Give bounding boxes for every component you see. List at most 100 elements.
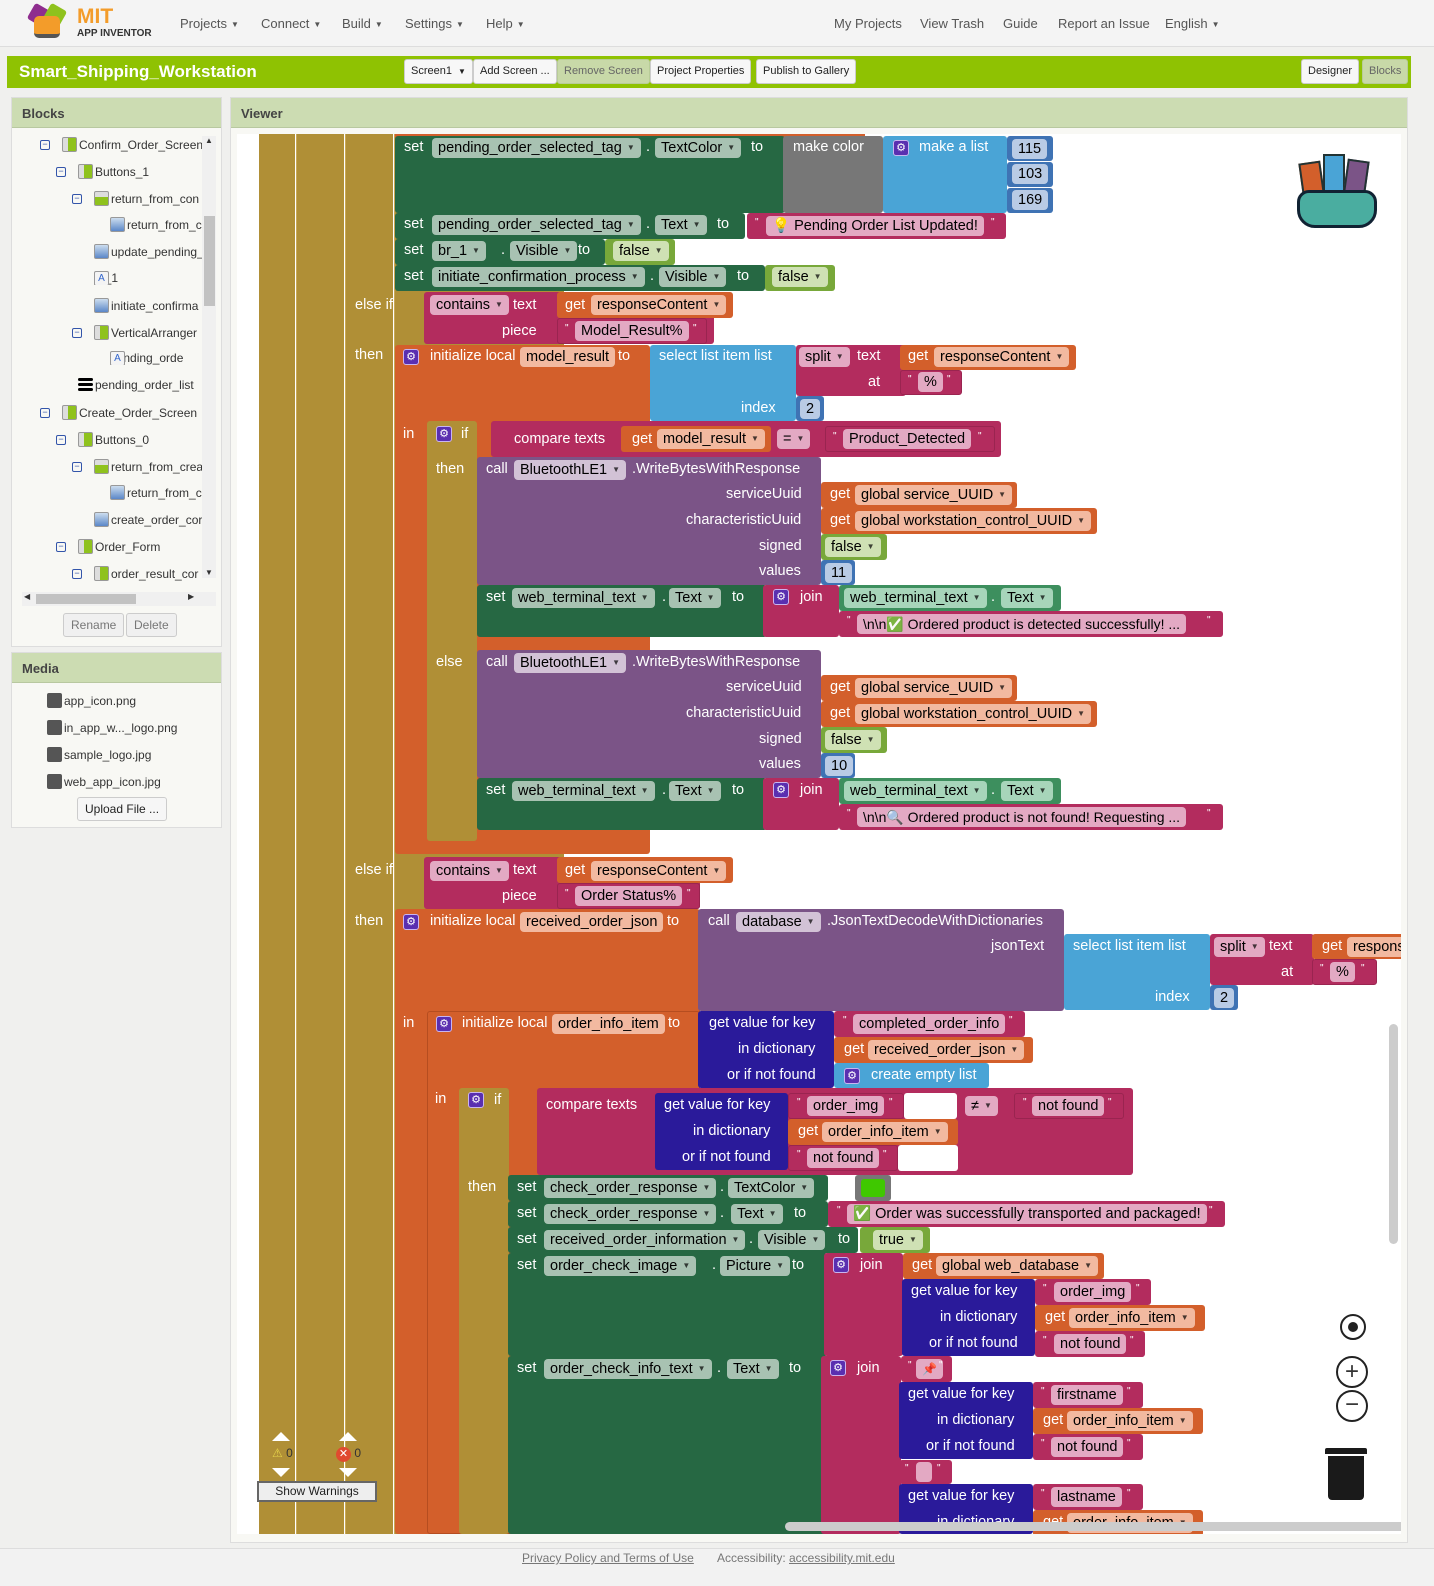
media-panel: Media app_icon.png in_app_w..._logo.png sa… [11, 652, 222, 828]
property-dropdown[interactable]: TextColor ▼ [655, 138, 742, 158]
menu-settings[interactable]: Settings ▼ [405, 16, 464, 31]
tree-vertical-scrollbar[interactable]: ▲ ▼ [202, 136, 216, 578]
publish-gallery-button[interactable]: Publish to Gallery [756, 59, 857, 84]
accessibility-link[interactable]: accessibility.mit.edu [789, 1551, 895, 1565]
collapse-toggle[interactable]: − [56, 434, 66, 445]
media-file[interactable]: sample_logo.jpg [47, 747, 151, 762]
tree-item[interactable]: Confirm_Order_Screen [62, 137, 202, 152]
tree-item[interactable]: return_from_con [94, 190, 202, 206]
button-icon [94, 244, 109, 260]
tree-item[interactable]: pending_order_list [78, 378, 202, 392]
tree-item[interactable]: Buttons_1 [78, 163, 202, 179]
workspace-vertical-scrollbar[interactable] [1389, 1024, 1398, 1244]
mutator-gear-icon[interactable]: ⚙ [436, 426, 452, 442]
tree-item[interactable]: return_from_crea [94, 458, 202, 474]
mutator-gear-icon[interactable]: ⚙ [403, 349, 419, 365]
tree-item[interactable]: return_from_c [110, 217, 202, 233]
tree-item[interactable]: VerticalArranger [94, 324, 202, 340]
tree-item[interactable]: Create_Order_Screen [62, 405, 202, 420]
operator-dropdown[interactable]: ≠ ▼ [965, 1096, 998, 1116]
link-guide[interactable]: Guide [1003, 16, 1038, 31]
menu-help[interactable]: Help ▼ [486, 16, 525, 31]
rename-button[interactable]: Rename [63, 613, 125, 637]
project-toolbar: Smart_Shipping_Workstation Screen1 ▼ Add … [7, 56, 1411, 88]
tree-item[interactable]: return_from_c [110, 485, 202, 501]
mutator-gear-icon[interactable]: ⚙ [844, 1068, 860, 1084]
tree-item[interactable]: Abr_1 [94, 271, 202, 285]
collapse-toggle[interactable]: − [56, 542, 66, 552]
delete-button[interactable]: Delete [126, 613, 177, 637]
vertical-arrangement-icon [78, 431, 93, 447]
set-info-text-block[interactable] [508, 1356, 828, 1534]
tree-horizontal-scrollbar[interactable]: ◀ ▶ [22, 592, 216, 606]
viewer-title: Viewer [231, 98, 1407, 128]
next-error-arrow[interactable] [339, 1468, 357, 1477]
operator-dropdown[interactable]: = ▼ [777, 429, 811, 449]
mutator-gear-icon[interactable]: ⚙ [773, 589, 789, 605]
blocks-workspace[interactable]: set pending_order_selected_tag ▼ . TextCo… [237, 134, 1401, 1534]
mutator-gear-icon[interactable]: ⚙ [893, 140, 909, 156]
collapse-toggle[interactable]: − [72, 568, 82, 579]
tree-item[interactable]: create_order_cor [94, 512, 202, 528]
link-my-projects[interactable]: My Projects [834, 16, 902, 31]
blocks-button[interactable]: Blocks [1362, 59, 1409, 84]
language-select[interactable]: English ▼ [1165, 16, 1220, 31]
project-properties-button[interactable]: Project Properties [650, 59, 752, 84]
join-block[interactable] [821, 1356, 901, 1534]
menu-projects[interactable]: Projects ▼ [180, 16, 239, 31]
if-else-block[interactable] [427, 421, 477, 841]
upload-file-button[interactable]: Upload File ... [77, 797, 168, 821]
privacy-link[interactable]: Privacy Policy and Terms of Use [522, 1551, 694, 1565]
mutator-gear-icon[interactable]: ⚙ [403, 914, 419, 930]
tree-item[interactable]: Buttons_0 [78, 431, 202, 447]
trash-icon[interactable] [1328, 1456, 1364, 1500]
app-inventor-logo[interactable]: MIT APP INVENTOR [26, 2, 158, 42]
tree-item[interactable]: initiate_confirma [94, 297, 202, 313]
tree-item[interactable]: Apending_orde [110, 351, 202, 366]
trash-lid [1325, 1448, 1367, 1454]
backpack-icon[interactable] [1295, 148, 1383, 230]
media-file[interactable]: app_icon.png [47, 693, 136, 708]
designer-button[interactable]: Designer [1301, 59, 1360, 84]
collapse-toggle[interactable]: − [72, 461, 82, 472]
menu-connect[interactable]: Connect ▼ [261, 16, 321, 31]
remove-screen-button[interactable]: Remove Screen [557, 59, 650, 84]
tree-item[interactable]: Order_Form [78, 539, 202, 554]
show-warnings-button[interactable]: Show Warnings [257, 1481, 377, 1502]
mutator-gear-icon[interactable]: ⚙ [773, 782, 789, 798]
if-block-middle[interactable] [345, 134, 393, 1534]
prev-warning-arrow[interactable] [272, 1432, 290, 1441]
tree-item[interactable]: update_pending_ [94, 244, 202, 260]
collapse-toggle[interactable]: − [56, 166, 66, 177]
collapse-toggle[interactable]: − [72, 193, 82, 204]
event-block-body[interactable] [259, 134, 295, 1534]
zoom-out-icon[interactable]: − [1336, 1390, 1368, 1422]
prev-error-arrow[interactable] [339, 1432, 357, 1441]
label-icon: A [94, 271, 109, 285]
workspace-horizontal-scrollbar[interactable] [785, 1522, 1401, 1531]
mutator-gear-icon[interactable]: ⚙ [436, 1016, 452, 1032]
mutator-gear-icon[interactable]: ⚙ [468, 1092, 484, 1108]
tree-item[interactable]: order_result_cor [94, 565, 202, 581]
if-block-outer[interactable] [296, 134, 344, 1534]
menu-build[interactable]: Build ▼ [342, 16, 383, 31]
media-file[interactable]: in_app_w..._logo.png [47, 720, 177, 735]
next-warning-arrow[interactable] [272, 1468, 290, 1477]
collapse-toggle[interactable]: − [40, 140, 50, 150]
recenter-icon[interactable] [1340, 1314, 1366, 1340]
if-block[interactable] [459, 1088, 509, 1534]
collapse-toggle[interactable]: − [40, 408, 50, 418]
collapse-toggle[interactable]: − [72, 327, 82, 338]
media-file[interactable]: web_app_icon.jpg [47, 774, 161, 789]
mutator-gear-icon[interactable]: ⚙ [830, 1360, 846, 1376]
link-report-issue[interactable]: Report an Issue [1058, 16, 1150, 31]
blocks-panel: Blocks − Confirm_Order_Screen − Buttons_1 − r… [11, 97, 222, 647]
link-view-trash[interactable]: View Trash [920, 16, 984, 31]
component-dropdown[interactable]: pending_order_selected_tag ▼ [432, 138, 641, 158]
zoom-in-icon[interactable]: + [1336, 1356, 1368, 1388]
top-navigation: MIT APP INVENTOR Projects ▼ Connect ▼ Buil… [0, 0, 1434, 47]
add-screen-button[interactable]: Add Screen ... [473, 59, 557, 84]
mutator-gear-icon[interactable]: ⚙ [833, 1257, 849, 1273]
green-color-swatch[interactable] [861, 1179, 885, 1197]
screen-select[interactable]: Screen1 ▼ [404, 59, 473, 84]
